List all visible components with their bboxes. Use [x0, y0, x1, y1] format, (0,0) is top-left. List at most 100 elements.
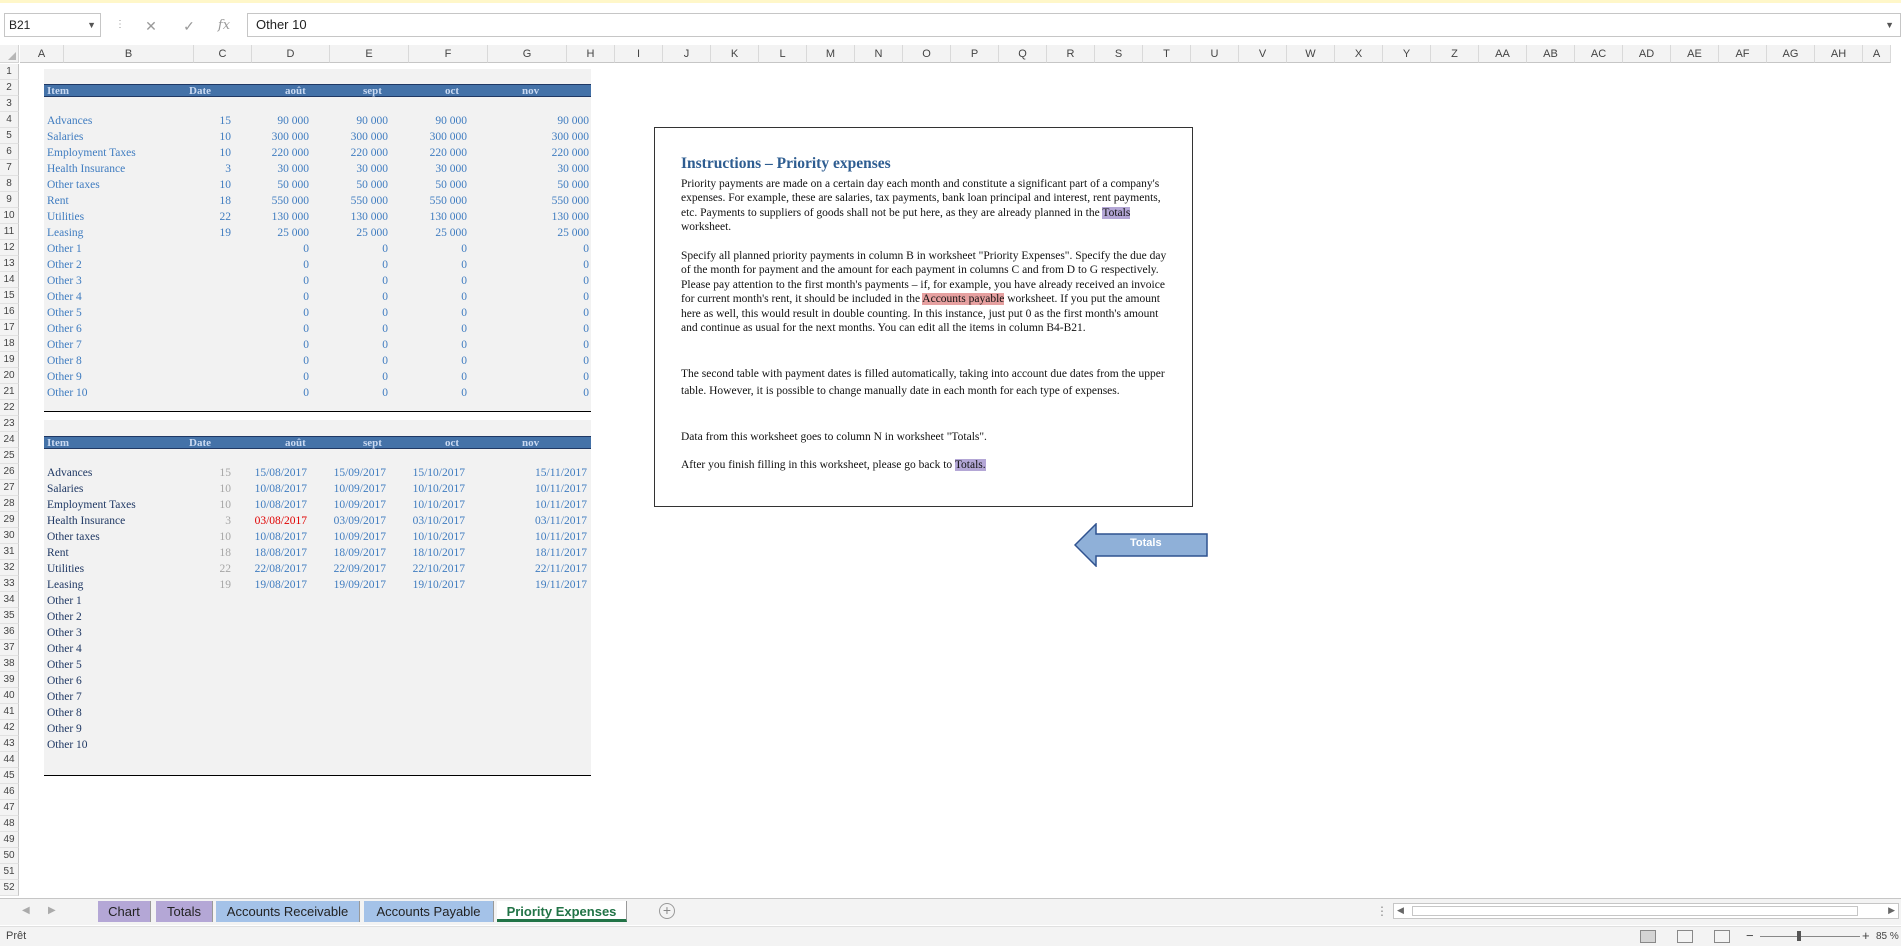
- amount-cell[interactable]: 130 000: [309, 209, 388, 225]
- add-sheet-icon[interactable]: +: [659, 903, 675, 919]
- date-cell[interactable]: 10/08/2017: [231, 481, 307, 497]
- column-header[interactable]: I: [615, 45, 663, 63]
- amount-cell[interactable]: 300 000: [467, 129, 589, 145]
- date-cell[interactable]: [467, 673, 587, 689]
- column-header[interactable]: AA: [1479, 45, 1527, 63]
- column-header[interactable]: F: [409, 45, 488, 63]
- row-header[interactable]: 39: [0, 672, 19, 688]
- item-cell[interactable]: Other 6: [47, 321, 177, 337]
- amount-cell[interactable]: 0: [388, 337, 467, 353]
- date-cell[interactable]: 19/10/2017: [388, 577, 465, 593]
- row-header[interactable]: 26: [0, 464, 19, 480]
- row-header[interactable]: 12: [0, 240, 19, 256]
- date-cell[interactable]: [309, 721, 386, 737]
- amount-cell[interactable]: 0: [231, 289, 309, 305]
- column-header[interactable]: T: [1143, 45, 1191, 63]
- date-cell[interactable]: 10/10/2017: [388, 529, 465, 545]
- zoom-out-icon[interactable]: −: [1746, 928, 1754, 943]
- item-cell[interactable]: Rent: [47, 193, 177, 209]
- date-cell[interactable]: 10/10/2017: [388, 481, 465, 497]
- date-cell[interactable]: [231, 641, 307, 657]
- amount-cell[interactable]: 300 000: [231, 129, 309, 145]
- date-cell[interactable]: 03/11/2017: [467, 513, 587, 529]
- item-cell[interactable]: Health Insurance: [47, 161, 177, 177]
- column-header[interactable]: AH: [1815, 45, 1863, 63]
- row-header[interactable]: 51: [0, 864, 19, 880]
- row-header[interactable]: 38: [0, 656, 19, 672]
- amount-cell[interactable]: 0: [467, 241, 589, 257]
- row-header[interactable]: 49: [0, 832, 19, 848]
- date-cell[interactable]: 10/10/2017: [388, 497, 465, 513]
- row-header[interactable]: 17: [0, 320, 19, 336]
- horizontal-scrollbar[interactable]: ◀ ▶: [1393, 903, 1899, 919]
- date-cell[interactable]: 22/10/2017: [388, 561, 465, 577]
- date-cell[interactable]: 10/09/2017: [309, 529, 386, 545]
- day-cell[interactable]: 15: [177, 113, 232, 129]
- date-cell[interactable]: [388, 721, 465, 737]
- date-cell[interactable]: [467, 641, 587, 657]
- row-header[interactable]: 25: [0, 448, 19, 464]
- amount-cell[interactable]: 0: [231, 337, 309, 353]
- column-header[interactable]: Y: [1383, 45, 1431, 63]
- row-header[interactable]: 7: [0, 160, 19, 176]
- date-cell[interactable]: [309, 737, 386, 753]
- item-cell[interactable]: Salaries: [47, 129, 177, 145]
- row-header[interactable]: 6: [0, 144, 19, 160]
- column-header[interactable]: S: [1095, 45, 1143, 63]
- item-cell[interactable]: Other 3: [47, 625, 177, 641]
- row-header[interactable]: 27: [0, 480, 19, 496]
- date-cell[interactable]: [231, 721, 307, 737]
- column-header[interactable]: J: [663, 45, 711, 63]
- column-header[interactable]: P: [951, 45, 999, 63]
- item-cell[interactable]: Other 8: [47, 353, 177, 369]
- column-header[interactable]: Z: [1431, 45, 1479, 63]
- date-cell[interactable]: [388, 689, 465, 705]
- amount-cell[interactable]: 50 000: [231, 177, 309, 193]
- date-cell[interactable]: [309, 641, 386, 657]
- normal-view-icon[interactable]: [1640, 930, 1656, 943]
- amount-cell[interactable]: 0: [231, 321, 309, 337]
- date-cell[interactable]: 10/11/2017: [467, 497, 587, 513]
- date-cell[interactable]: [231, 625, 307, 641]
- accounts-payable-link[interactable]: Accounts payable: [922, 293, 1005, 306]
- date-cell[interactable]: 19/08/2017: [231, 577, 307, 593]
- zoom-slider-knob[interactable]: [1797, 931, 1801, 941]
- day-cell[interactable]: 18: [177, 545, 232, 561]
- day-cell[interactable]: [177, 289, 231, 305]
- amount-cell[interactable]: 50 000: [467, 177, 589, 193]
- date-cell[interactable]: [309, 657, 386, 673]
- item-cell[interactable]: Other 9: [47, 369, 177, 385]
- date-cell[interactable]: [467, 657, 587, 673]
- column-header[interactable]: Q: [999, 45, 1047, 63]
- date-cell[interactable]: [309, 593, 386, 609]
- day-cell[interactable]: [177, 657, 231, 673]
- totals-link-2[interactable]: Totals.: [954, 459, 986, 471]
- date-cell[interactable]: [388, 609, 465, 625]
- amount-cell[interactable]: 0: [467, 257, 589, 273]
- row-header[interactable]: 46: [0, 784, 19, 800]
- row-header[interactable]: 44: [0, 752, 19, 768]
- row-header[interactable]: 50: [0, 848, 19, 864]
- row-header[interactable]: 8: [0, 176, 19, 192]
- item-cell[interactable]: Other 1: [47, 241, 177, 257]
- row-header[interactable]: 3: [0, 96, 19, 112]
- amount-cell[interactable]: 90 000: [309, 113, 388, 129]
- row-header[interactable]: 20: [0, 368, 19, 384]
- day-cell[interactable]: [177, 257, 231, 273]
- row-header[interactable]: 16: [0, 304, 19, 320]
- date-cell[interactable]: 10/11/2017: [467, 481, 587, 497]
- column-header[interactable]: A: [1863, 45, 1891, 63]
- row-header[interactable]: 11: [0, 224, 19, 240]
- day-cell[interactable]: [177, 673, 231, 689]
- day-cell[interactable]: 10: [177, 145, 232, 161]
- amount-cell[interactable]: 0: [467, 337, 589, 353]
- date-cell[interactable]: [231, 593, 307, 609]
- name-box-dropdown-icon[interactable]: ▼: [87, 14, 96, 36]
- amount-cell[interactable]: 0: [467, 321, 589, 337]
- row-header[interactable]: 31: [0, 544, 19, 560]
- scroll-left-icon[interactable]: ◀: [1397, 905, 1404, 916]
- amount-cell[interactable]: 25 000: [309, 225, 388, 241]
- column-header[interactable]: H: [567, 45, 615, 63]
- column-header[interactable]: R: [1047, 45, 1095, 63]
- amount-cell[interactable]: 0: [388, 257, 467, 273]
